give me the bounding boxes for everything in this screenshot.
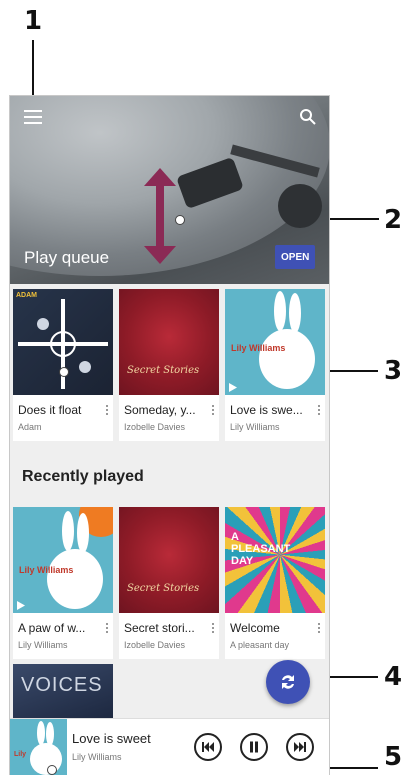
callout-2: 2 [384,205,403,235]
card-title: A paw of w... [18,621,86,635]
pause-icon [250,741,258,753]
more-vert-icon[interactable] [316,623,322,637]
album-art-label: A PLEASANT DAY [231,531,291,567]
shuffle-icon [282,675,294,689]
card-artist: A pleasant day [230,640,290,650]
play-queue-title: Play queue [24,248,110,267]
mini-art-label: Lily [14,751,27,758]
search-icon[interactable] [299,108,317,126]
callout-dot-3 [59,367,69,377]
tonearm-image [177,144,322,228]
callout-3: 3 [384,356,403,386]
album-art: VOICES [13,664,113,718]
card-artist: Izobelle Davies [124,422,186,432]
play-queue-header[interactable]: Play queue OPEN [10,96,329,284]
pause-button[interactable] [240,733,268,761]
callout-4: 4 [384,662,403,692]
more-vert-icon[interactable] [316,405,322,419]
mini-player[interactable]: Lily Love is sweet Lily Williams [10,718,329,775]
card-artist: Lily Williams [18,640,68,650]
phone-screen: Play queue OPEN ADAM Does it float Adam … [9,95,330,775]
album-art-label: Lily Williams [19,565,74,575]
album-art: Lily Williams [13,507,113,613]
play-small-icon [229,383,237,392]
play-small-icon [17,601,25,610]
card-title: Love is swe... [230,403,303,417]
card-artist: Lily Williams [230,422,280,432]
bunny-graphic [47,507,113,609]
card-title: Someday, y... [124,403,196,417]
recent-card-2[interactable]: Secret Stories Secret stori... Izobelle … [119,507,219,659]
queue-card-1[interactable]: ADAM Does it float Adam [13,289,113,441]
recent-card-1[interactable]: Lily Williams A paw of w... Lily William… [13,507,113,659]
more-vert-icon[interactable] [210,405,216,419]
recent-card-4[interactable]: VOICES [13,664,113,718]
double-arrow-icon [144,168,176,264]
card-artist: Izobelle Davies [124,640,186,650]
queue-card-2[interactable]: Secret Stories Someday, y... Izobelle Da… [119,289,219,441]
next-icon [294,742,306,752]
previous-icon [202,742,214,752]
album-art-graphic [18,299,108,389]
callout-line-1 [32,40,34,102]
album-art-label: Secret Stories [127,365,200,376]
album-art: Secret Stories [119,289,219,395]
previous-button[interactable] [194,733,222,761]
callout-1: 1 [24,6,43,36]
card-artist: Adam [18,422,42,432]
mini-player-art: Lily [10,719,67,775]
album-art-label: VOICES [21,674,103,696]
menu-icon[interactable] [24,110,42,124]
card-title: Secret stori... [124,621,195,635]
shuffle-button[interactable] [266,660,310,704]
album-art-label: Secret Stories [127,583,200,594]
bunny-graphic [259,291,315,389]
mini-player-artist: Lily Williams [72,752,122,762]
callout-5: 5 [384,742,403,772]
album-art: ADAM [13,289,113,395]
more-vert-icon[interactable] [104,405,110,419]
card-title: Does it float [18,403,82,417]
album-art: A PLEASANT DAY [225,507,325,613]
callout-dot-2 [175,215,185,225]
recent-card-3[interactable]: A PLEASANT DAY Welcome A pleasant day [225,507,325,659]
queue-card-3[interactable]: Lily Williams Love is swe... Lily Willia… [225,289,325,441]
recently-played-title: Recently played [22,468,144,485]
album-art: Lily Williams [225,289,325,395]
more-vert-icon[interactable] [210,623,216,637]
open-button[interactable]: OPEN [275,245,315,269]
album-art-label: Lily Williams [231,343,286,353]
album-art: Secret Stories [119,507,219,613]
bunny-graphic [30,721,62,775]
card-title: Welcome [230,621,280,635]
next-button[interactable] [286,733,314,761]
mini-player-title: Love is sweet [72,731,151,746]
album-art-label: ADAM [16,292,37,299]
more-vert-icon[interactable] [104,623,110,637]
